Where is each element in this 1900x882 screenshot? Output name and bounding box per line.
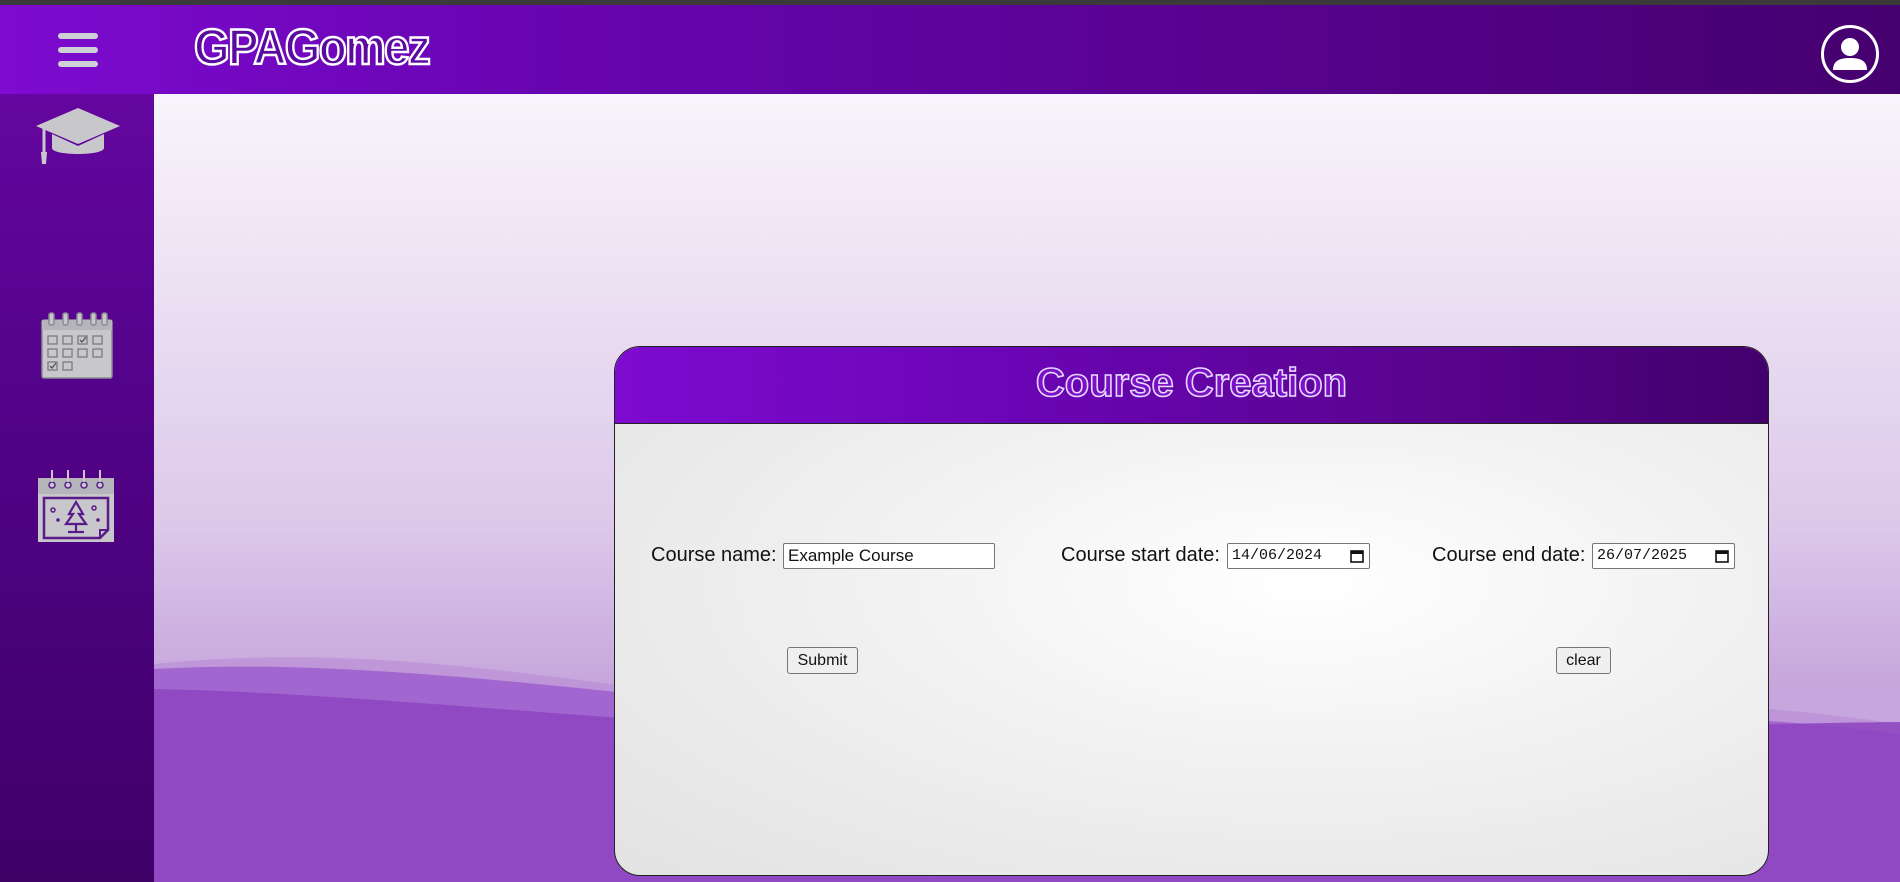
calendar-picker-icon[interactable]	[1715, 549, 1729, 563]
end-date-value: 26/07/2025	[1597, 547, 1688, 564]
main-content: Course Creation Course name: Course star…	[154, 94, 1900, 882]
course-creation-card: Course Creation Course name: Course star…	[614, 346, 1769, 876]
course-name-input[interactable]	[783, 543, 995, 569]
start-date-value: 14/06/2024	[1232, 547, 1323, 564]
hamburger-menu-icon[interactable]	[54, 33, 102, 75]
calendar-picker-icon[interactable]	[1350, 549, 1364, 563]
clear-button[interactable]: clear	[1556, 647, 1611, 674]
calendar-icon[interactable]	[40, 312, 114, 380]
start-date-label: Course start date:	[1061, 544, 1220, 566]
brand-logo[interactable]: GPAGomez	[193, 17, 432, 77]
start-date-input[interactable]: 14/06/2024	[1227, 543, 1370, 569]
card-title: Course Creation	[1035, 360, 1348, 406]
submit-button[interactable]: Submit	[787, 647, 858, 674]
end-date-input[interactable]: 26/07/2025	[1592, 543, 1735, 569]
card-header: Course Creation	[615, 347, 1768, 424]
top-header: GPAGomez	[0, 5, 1900, 94]
holiday-calendar-icon[interactable]	[36, 468, 116, 544]
user-avatar-icon[interactable]	[1821, 25, 1879, 83]
graduation-cap-icon[interactable]	[34, 106, 122, 172]
course-name-label: Course name:	[651, 544, 777, 566]
end-date-label: Course end date:	[1432, 544, 1586, 566]
sidebar	[0, 94, 154, 882]
